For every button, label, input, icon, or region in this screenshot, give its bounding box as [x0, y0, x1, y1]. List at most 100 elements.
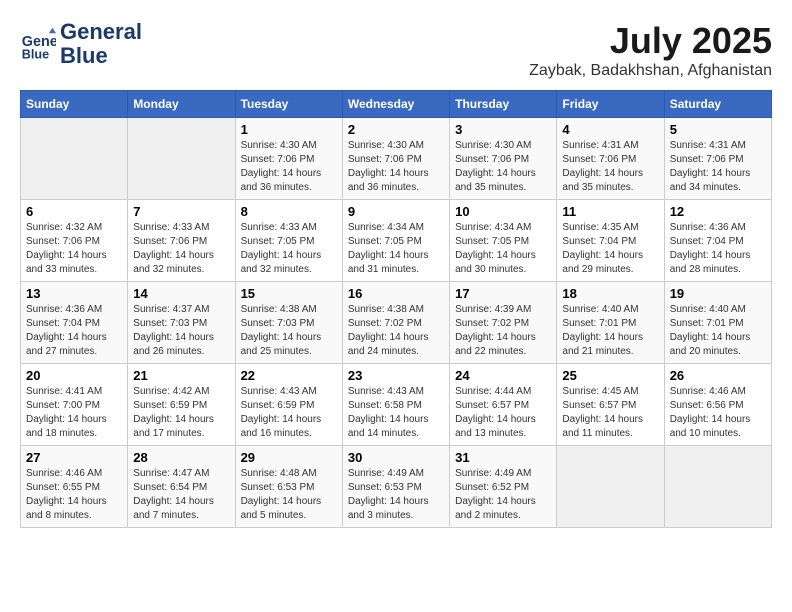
- calendar-cell: 13 Sunrise: 4:36 AMSunset: 7:04 PMDayligh…: [21, 282, 128, 364]
- title-area: July 2025 Zaybak, Badakhshan, Afghanista…: [529, 20, 772, 80]
- day-info: Sunrise: 4:34 AMSunset: 7:05 PMDaylight:…: [348, 221, 444, 277]
- calendar-cell: [664, 446, 771, 528]
- day-number: 21: [133, 368, 229, 383]
- day-number: 8: [241, 204, 337, 219]
- day-info: Sunrise: 4:46 AMSunset: 6:55 PMDaylight:…: [26, 467, 122, 523]
- header: General Blue General Blue July 2025 Zayb…: [20, 20, 772, 80]
- calendar: SundayMondayTuesdayWednesdayThursdayFrid…: [20, 90, 772, 528]
- calendar-cell: 7 Sunrise: 4:33 AMSunset: 7:06 PMDaylight…: [128, 200, 235, 282]
- calendar-cell: [21, 118, 128, 200]
- day-info: Sunrise: 4:40 AMSunset: 7:01 PMDaylight:…: [670, 303, 766, 359]
- calendar-cell: 16Sunrise: 4:38 AMSunset: 7:02 PMDayligh…: [342, 282, 449, 364]
- location-title: Zaybak, Badakhshan, Afghanistan: [529, 62, 772, 80]
- day-number: 27: [26, 450, 122, 465]
- calendar-cell: 17Sunrise: 4:39 AMSunset: 7:02 PMDayligh…: [450, 282, 557, 364]
- logo-text: General Blue: [60, 20, 142, 68]
- day-number: 17: [455, 286, 551, 301]
- calendar-cell: 10Sunrise: 4:34 AMSunset: 7:05 PMDayligh…: [450, 200, 557, 282]
- day-number: 23: [348, 368, 444, 383]
- calendar-week-row: 27 Sunrise: 4:46 AMSunset: 6:55 PMDayligh…: [21, 446, 772, 528]
- calendar-cell: 22Sunrise: 4:43 AMSunset: 6:59 PMDayligh…: [235, 364, 342, 446]
- logo-icon: General Blue: [20, 26, 56, 62]
- month-title: July 2025: [529, 20, 772, 62]
- day-info: Sunrise: 4:48 AMSunset: 6:53 PMDaylight:…: [241, 467, 337, 523]
- day-number: 5: [670, 122, 766, 137]
- day-number: 18: [562, 286, 658, 301]
- weekday-header: Wednesday: [342, 91, 449, 118]
- calendar-cell: 9 Sunrise: 4:34 AMSunset: 7:05 PMDaylight…: [342, 200, 449, 282]
- calendar-cell: 8Sunrise: 4:33 AMSunset: 7:05 PMDaylight…: [235, 200, 342, 282]
- day-info: Sunrise: 4:47 AMSunset: 6:54 PMDaylight:…: [133, 467, 229, 523]
- day-number: 19: [670, 286, 766, 301]
- weekday-header: Monday: [128, 91, 235, 118]
- calendar-cell: 31 Sunrise: 4:49 AMSunset: 6:52 PMDayligh…: [450, 446, 557, 528]
- day-info: Sunrise: 4:30 AMSunset: 7:06 PMDaylight:…: [455, 139, 551, 195]
- day-info: Sunrise: 4:30 AMSunset: 7:06 PMDaylight:…: [241, 139, 337, 195]
- calendar-cell: 20Sunrise: 4:41 AMSunset: 7:00 PMDayligh…: [21, 364, 128, 446]
- day-number: 9: [348, 204, 444, 219]
- day-info: Sunrise: 4:49 AMSunset: 6:52 PMDaylight:…: [455, 467, 551, 523]
- day-info: Sunrise: 4:31 AMSunset: 7:06 PMDaylight:…: [562, 139, 658, 195]
- day-number: 6: [26, 204, 122, 219]
- day-info: Sunrise: 4:30 AMSunset: 7:06 PMDaylight:…: [348, 139, 444, 195]
- calendar-cell: 3Sunrise: 4:30 AMSunset: 7:06 PMDaylight…: [450, 118, 557, 200]
- calendar-cell: 6 Sunrise: 4:32 AMSunset: 7:06 PMDaylight…: [21, 200, 128, 282]
- calendar-cell: 11 Sunrise: 4:35 AMSunset: 7:04 PMDayligh…: [557, 200, 664, 282]
- calendar-cell: 5 Sunrise: 4:31 AMSunset: 7:06 PMDaylight…: [664, 118, 771, 200]
- calendar-cell: 12Sunrise: 4:36 AMSunset: 7:04 PMDayligh…: [664, 200, 771, 282]
- day-number: 15: [241, 286, 337, 301]
- day-info: Sunrise: 4:45 AMSunset: 6:57 PMDaylight:…: [562, 385, 658, 441]
- weekday-header: Tuesday: [235, 91, 342, 118]
- day-number: 26: [670, 368, 766, 383]
- calendar-week-row: 1 Sunrise: 4:30 AMSunset: 7:06 PMDaylight…: [21, 118, 772, 200]
- calendar-week-row: 6 Sunrise: 4:32 AMSunset: 7:06 PMDaylight…: [21, 200, 772, 282]
- day-info: Sunrise: 4:40 AMSunset: 7:01 PMDaylight:…: [562, 303, 658, 359]
- day-number: 13: [26, 286, 122, 301]
- day-info: Sunrise: 4:33 AMSunset: 7:06 PMDaylight:…: [133, 221, 229, 277]
- day-info: Sunrise: 4:42 AMSunset: 6:59 PMDaylight:…: [133, 385, 229, 441]
- day-info: Sunrise: 4:38 AMSunset: 7:03 PMDaylight:…: [241, 303, 337, 359]
- calendar-cell: 15 Sunrise: 4:38 AMSunset: 7:03 PMDayligh…: [235, 282, 342, 364]
- day-number: 11: [562, 204, 658, 219]
- logo: General Blue General Blue: [20, 20, 142, 68]
- day-number: 24: [455, 368, 551, 383]
- day-number: 16: [348, 286, 444, 301]
- day-number: 4: [562, 122, 658, 137]
- day-number: 2: [348, 122, 444, 137]
- weekday-header: Sunday: [21, 91, 128, 118]
- calendar-cell: 26 Sunrise: 4:46 AMSunset: 6:56 PMDayligh…: [664, 364, 771, 446]
- calendar-week-row: 13 Sunrise: 4:36 AMSunset: 7:04 PMDayligh…: [21, 282, 772, 364]
- day-info: Sunrise: 4:35 AMSunset: 7:04 PMDaylight:…: [562, 221, 658, 277]
- calendar-header-row: SundayMondayTuesdayWednesdayThursdayFrid…: [21, 91, 772, 118]
- weekday-header: Friday: [557, 91, 664, 118]
- day-info: Sunrise: 4:36 AMSunset: 7:04 PMDaylight:…: [670, 221, 766, 277]
- day-number: 14: [133, 286, 229, 301]
- day-number: 20: [26, 368, 122, 383]
- day-number: 7: [133, 204, 229, 219]
- day-info: Sunrise: 4:32 AMSunset: 7:06 PMDaylight:…: [26, 221, 122, 277]
- day-number: 22: [241, 368, 337, 383]
- day-info: Sunrise: 4:36 AMSunset: 7:04 PMDaylight:…: [26, 303, 122, 359]
- day-number: 30: [348, 450, 444, 465]
- logo-line2: Blue: [60, 43, 108, 68]
- calendar-cell: 30Sunrise: 4:49 AMSunset: 6:53 PMDayligh…: [342, 446, 449, 528]
- calendar-cell: 23 Sunrise: 4:43 AMSunset: 6:58 PMDayligh…: [342, 364, 449, 446]
- calendar-cell: 1 Sunrise: 4:30 AMSunset: 7:06 PMDaylight…: [235, 118, 342, 200]
- calendar-cell: 27 Sunrise: 4:46 AMSunset: 6:55 PMDayligh…: [21, 446, 128, 528]
- weekday-header: Thursday: [450, 91, 557, 118]
- day-number: 25: [562, 368, 658, 383]
- calendar-cell: [557, 446, 664, 528]
- day-info: Sunrise: 4:43 AMSunset: 6:58 PMDaylight:…: [348, 385, 444, 441]
- calendar-cell: 2 Sunrise: 4:30 AMSunset: 7:06 PMDaylight…: [342, 118, 449, 200]
- calendar-cell: 4 Sunrise: 4:31 AMSunset: 7:06 PMDaylight…: [557, 118, 664, 200]
- day-number: 28: [133, 450, 229, 465]
- logo-line1: General: [60, 19, 142, 44]
- calendar-cell: 24Sunrise: 4:44 AMSunset: 6:57 PMDayligh…: [450, 364, 557, 446]
- svg-text:Blue: Blue: [22, 48, 49, 62]
- day-info: Sunrise: 4:31 AMSunset: 7:06 PMDaylight:…: [670, 139, 766, 195]
- day-info: Sunrise: 4:46 AMSunset: 6:56 PMDaylight:…: [670, 385, 766, 441]
- day-number: 1: [241, 122, 337, 137]
- calendar-cell: 29 Sunrise: 4:48 AMSunset: 6:53 PMDayligh…: [235, 446, 342, 528]
- day-number: 29: [241, 450, 337, 465]
- day-number: 31: [455, 450, 551, 465]
